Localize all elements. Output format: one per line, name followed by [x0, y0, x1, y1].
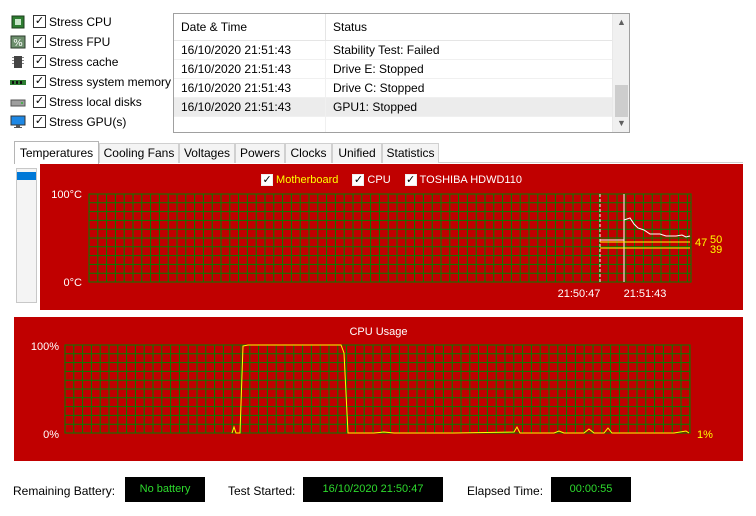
- row-datetime-empty: [174, 117, 326, 132]
- stress-cpu-checkbox[interactable]: ✓: [33, 15, 46, 28]
- stress-disks-option[interactable]: ✓ Stress local disks: [8, 92, 176, 112]
- test-started-value: 16/10/2020 21:50:47: [303, 477, 443, 502]
- legend-motherboard-label: Motherboard: [276, 174, 339, 186]
- stress-disks-checkbox[interactable]: ✓: [33, 95, 46, 108]
- temp-readout-disk: 39: [710, 244, 722, 256]
- battery-label: Remaining Battery:: [13, 484, 116, 498]
- legend-cpu-label: CPU: [367, 174, 391, 186]
- stress-cache-checkbox[interactable]: ✓: [33, 55, 46, 68]
- table-row[interactable]: 16/10/2020 21:51:43 Drive C: Stopped: [174, 79, 612, 98]
- stress-fpu-option[interactable]: % ✓ Stress FPU: [8, 32, 176, 52]
- row-datetime: 16/10/2020 21:51:43: [174, 79, 326, 98]
- scroll-up-icon[interactable]: ▲: [613, 14, 629, 31]
- tab-voltages[interactable]: Voltages: [179, 143, 235, 163]
- legend-item-motherboard[interactable]: ✓ Motherboard: [261, 174, 338, 186]
- tab-cooling-fans[interactable]: Cooling Fans: [99, 143, 179, 163]
- scroll-thumb[interactable]: [615, 85, 628, 117]
- row-datetime: 16/10/2020 21:51:43: [174, 41, 326, 60]
- row-status: Drive C: Stopped: [333, 81, 425, 95]
- legend-item-disk[interactable]: ✓ TOSHIBA HDWD110: [404, 174, 522, 186]
- cpu-usage-chart: 100% 0% 1% CPU Usage: [14, 317, 743, 461]
- stress-gpu-label: Stress GPU(s): [49, 115, 127, 129]
- svg-text:%: %: [13, 38, 23, 49]
- ram-module-icon: [10, 80, 26, 85]
- cpu-usage-grid: [64, 344, 691, 434]
- cpu-y-bottom-label: 0%: [43, 429, 59, 441]
- row-status: GPU1: Stopped: [333, 100, 418, 114]
- temperature-grid: [88, 193, 692, 283]
- cpu-y-top-label: 100%: [31, 341, 59, 353]
- tab-powers[interactable]: Powers: [235, 143, 285, 163]
- tab-statistics[interactable]: Statistics: [382, 143, 439, 163]
- elapsed-time-label: Elapsed Time:: [467, 484, 544, 498]
- stress-cache-label: Stress cache: [49, 55, 119, 69]
- status-column-header[interactable]: Status: [326, 14, 612, 41]
- cpu-usage-chart-canvas: 100% 0% 1%: [31, 341, 713, 441]
- cpu-usage-readout: 1%: [697, 429, 713, 441]
- log-scrollbar[interactable]: ▲ ▼: [612, 14, 629, 132]
- test-started-label: Test Started:: [228, 484, 296, 498]
- tab-temperatures[interactable]: Temperatures: [14, 141, 99, 164]
- temp-y-bottom-label: 0°C: [64, 277, 83, 289]
- stress-memory-checkbox[interactable]: ✓: [33, 75, 46, 88]
- stress-cache-option[interactable]: ✓ Stress cache: [8, 52, 176, 72]
- status-log-table[interactable]: Date & Time Status 16/10/2020 21:51:43 S…: [173, 13, 630, 133]
- monitor-gpu-icon: [10, 115, 26, 128]
- scroll-down-icon[interactable]: ▼: [613, 115, 629, 132]
- stress-memory-option[interactable]: ✓ Stress system memory: [8, 72, 176, 92]
- temp-readout-motherboard: 47: [695, 237, 707, 249]
- row-datetime: 16/10/2020 21:51:43: [174, 60, 326, 79]
- sensor-list[interactable]: [16, 168, 37, 303]
- cpu-chip-icon: [11, 15, 25, 29]
- stress-cpu-label: Stress CPU: [49, 15, 112, 29]
- stress-gpu-option[interactable]: ✓ Stress GPU(s): [8, 112, 176, 132]
- cpu-usage-title: CPU Usage: [349, 326, 408, 338]
- legend-disk-checkbox[interactable]: ✓: [404, 174, 417, 186]
- row-status: Stability Test: Failed: [333, 43, 440, 57]
- temp-x-label-end: 21:51:43: [624, 288, 667, 300]
- stress-cpu-option[interactable]: ✓ Stress CPU: [8, 12, 176, 32]
- datetime-column-header[interactable]: Date & Time: [174, 14, 326, 41]
- legend-motherboard-checkbox[interactable]: ✓: [261, 174, 274, 186]
- battery-value: No battery: [125, 477, 205, 502]
- table-row[interactable]: 16/10/2020 21:51:43 GPU1: Stopped: [174, 98, 612, 117]
- legend-item-cpu[interactable]: ✓ CPU: [352, 174, 391, 186]
- temperature-chart: 100°C 0°C 21:50:47 21:51:43 50 47 39 ✓ M…: [40, 164, 743, 310]
- table-row-empty: [174, 117, 612, 132]
- legend-disk-label: TOSHIBA HDWD110: [419, 174, 522, 186]
- temp-x-label-start: 21:50:47: [558, 288, 601, 300]
- fpu-percent-icon: %: [10, 35, 26, 49]
- stress-memory-label: Stress system memory: [49, 75, 172, 89]
- elapsed-time-value: 00:00:55: [551, 477, 631, 502]
- table-row[interactable]: 16/10/2020 21:51:43 Drive E: Stopped: [174, 60, 612, 79]
- status-bar: Remaining Battery: No battery Test Start…: [0, 477, 756, 505]
- stress-fpu-label: Stress FPU: [49, 35, 111, 49]
- tab-unified[interactable]: Unified: [332, 143, 382, 163]
- temp-y-top-label: 100°C: [51, 189, 82, 201]
- stress-gpu-checkbox[interactable]: ✓: [33, 115, 46, 128]
- row-status: Drive E: Stopped: [333, 62, 424, 76]
- hard-disk-icon: [10, 99, 26, 107]
- sensor-list-item-selected[interactable]: [17, 172, 36, 180]
- stress-fpu-checkbox[interactable]: ✓: [33, 35, 46, 48]
- stress-disks-label: Stress local disks: [49, 95, 142, 109]
- cache-memory-icon: [12, 56, 24, 68]
- tab-clocks[interactable]: Clocks: [285, 143, 332, 163]
- stress-options: ✓ Stress CPU % ✓ Stress FPU ✓ Stress cac…: [8, 12, 176, 132]
- table-row[interactable]: 16/10/2020 21:51:43 Stability Test: Fail…: [174, 41, 612, 60]
- legend-cpu-checkbox[interactable]: ✓: [352, 174, 365, 186]
- row-datetime: 16/10/2020 21:51:43: [174, 98, 326, 117]
- temperature-legend: ✓ Motherboard ✓ CPU ✓ TOSHIBA HDWD110: [40, 174, 743, 186]
- log-header: Date & Time Status: [174, 14, 612, 41]
